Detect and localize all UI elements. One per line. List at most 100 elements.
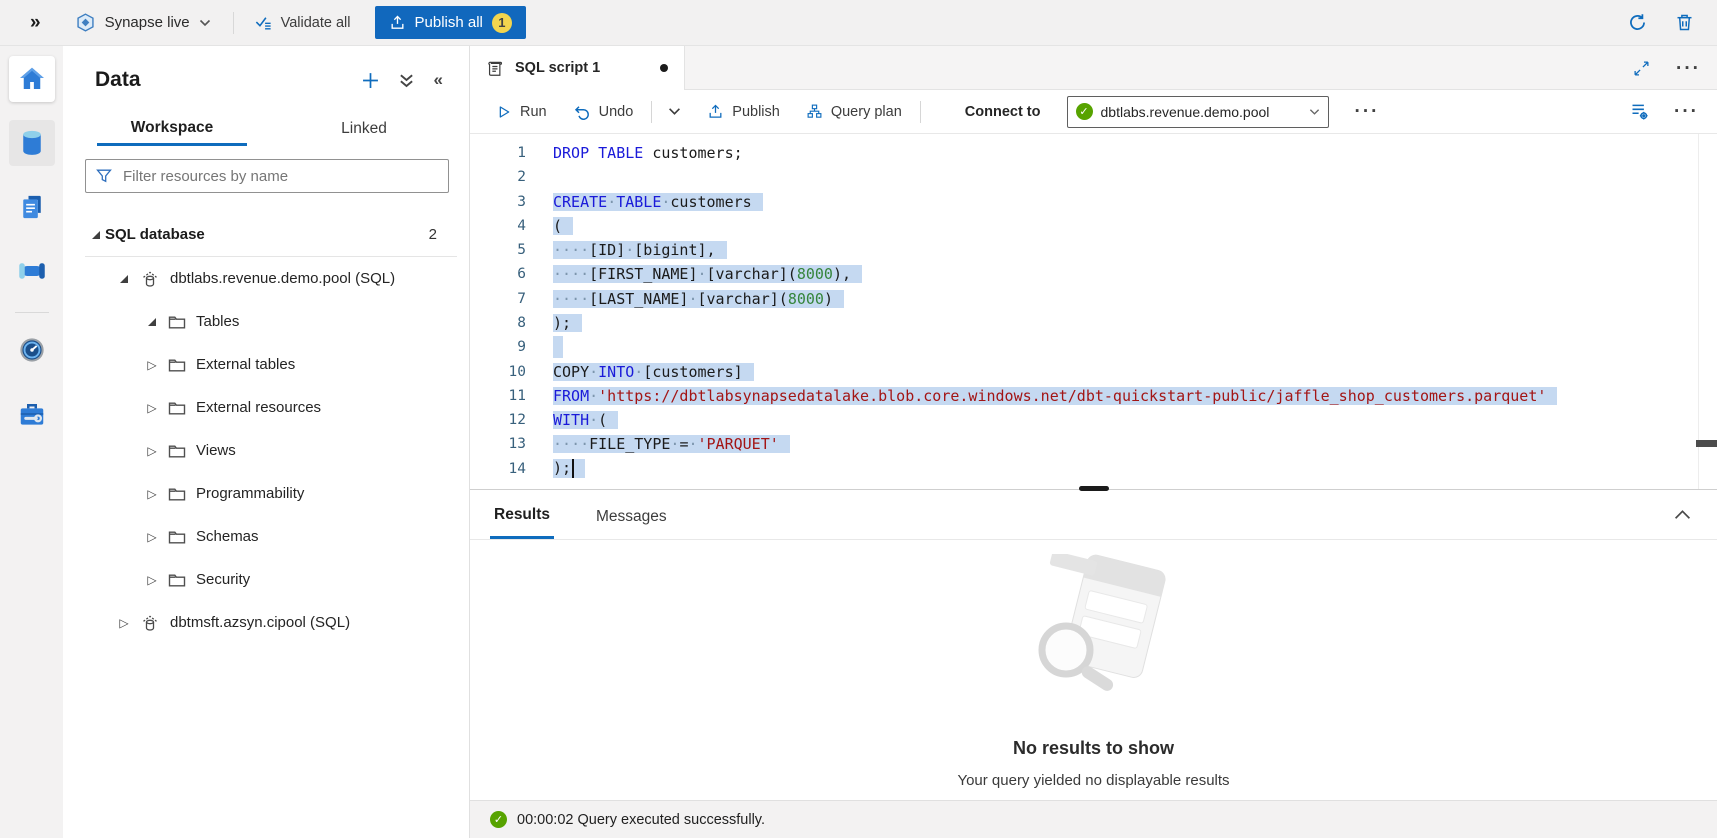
line-number[interactable]: 4 <box>470 218 526 234</box>
line-number[interactable]: 8 <box>470 315 526 331</box>
code-line-7[interactable]: 7 ····[LAST_NAME]·[varchar](8000) <box>470 287 1717 311</box>
line-number[interactable]: 10 <box>470 364 526 380</box>
add-resource-button[interactable] <box>362 72 379 89</box>
folder-icon <box>168 572 186 588</box>
integrate-icon <box>17 256 47 286</box>
tree-item-external-tables[interactable]: ▷External tables <box>63 343 469 386</box>
tree-item-sql-database[interactable]: SQL database2 <box>63 213 469 256</box>
expand-sidebar-chevrons[interactable]: » <box>30 12 41 34</box>
run-play-icon <box>496 104 512 120</box>
rail-item-develop[interactable] <box>9 184 55 230</box>
folder-icon <box>168 314 186 330</box>
tab-linked[interactable]: Linked <box>289 112 439 146</box>
code-line-8[interactable]: 8); <box>470 311 1717 335</box>
sql-code-editor[interactable]: 1DROP TABLE customers; 2 3CREATE·TABLE·cus… <box>470 134 1717 489</box>
line-number[interactable]: 7 <box>470 291 526 307</box>
success-check-icon: ✓ <box>490 811 507 828</box>
code-line-content: ····[LAST_NAME]·[varchar](8000) <box>553 290 844 308</box>
results-tab-bar: Results Messages <box>470 494 1717 540</box>
line-number[interactable]: 6 <box>470 266 526 282</box>
code-line-10[interactable]: 10COPY·INTO·[customers] <box>470 359 1717 383</box>
tree-item-views[interactable]: ▷Views <box>63 429 469 472</box>
publish-all-button[interactable]: Publish all 1 <box>375 6 526 39</box>
code-line-11[interactable]: 11FROM·'https://dbtlabsynapsedatalake.bl… <box>470 384 1717 408</box>
tab-sql-script-1[interactable]: SQL script 1 <box>470 46 685 90</box>
tree-expander-collapsed[interactable]: ▷ <box>143 402 161 414</box>
line-number[interactable]: 12 <box>470 412 526 428</box>
code-line-13[interactable]: 13····FILE_TYPE·=·'PARQUET' <box>470 432 1717 456</box>
code-line-12[interactable]: 12 WITH·( <box>470 408 1717 432</box>
tab-messages[interactable]: Messages <box>592 494 671 539</box>
line-number[interactable]: 1 <box>470 145 526 161</box>
tree-item-programmability[interactable]: ▷Programmability <box>63 472 469 515</box>
line-number[interactable]: 5 <box>470 242 526 258</box>
line-number[interactable]: 13 <box>470 436 526 452</box>
rail-item-integrate[interactable] <box>9 248 55 294</box>
tab-workspace[interactable]: Workspace <box>97 112 247 146</box>
filter-funnel-icon <box>96 168 112 184</box>
more-toolbar-actions-icon[interactable]: ··· <box>1355 102 1380 121</box>
code-line-5[interactable]: 5 ····[ID]·[bigint], <box>470 238 1717 262</box>
code-line-content: ····[ID]·[bigint], <box>553 241 727 259</box>
tree-expander-expanded[interactable] <box>115 275 133 283</box>
tree-item-schemas[interactable]: ▷Schemas <box>63 515 469 558</box>
code-line-6[interactable]: 6····[FIRST_NAME]·[varchar](8000), <box>470 262 1717 286</box>
line-number[interactable]: 2 <box>470 169 526 185</box>
collapse-panel-icon[interactable]: « <box>434 70 443 90</box>
collapse-results-chevron-icon[interactable] <box>1674 507 1691 525</box>
branch-mode-selector[interactable]: Synapse live <box>75 12 211 33</box>
tree-expander-expanded[interactable] <box>87 231 105 239</box>
tree-expander-collapsed[interactable]: ▷ <box>143 574 161 586</box>
tree-expander-collapsed[interactable]: ▷ <box>115 617 133 629</box>
discard-trash-button[interactable] <box>1674 12 1695 33</box>
line-number[interactable]: 3 <box>470 194 526 210</box>
refresh-button[interactable] <box>1627 12 1648 33</box>
rail-item-data[interactable] <box>9 120 55 166</box>
code-line-9[interactable]: 9 <box>470 335 1717 359</box>
tree-item-label: SQL database <box>105 226 205 243</box>
line-number[interactable]: 14 <box>470 461 526 477</box>
tree-item-dbtlabs-revenue-demo-pool-sql[interactable]: dbtlabs.revenue.demo.pool (SQL) <box>63 257 469 300</box>
collapse-all-icon[interactable] <box>399 73 414 88</box>
tree-expander-collapsed[interactable]: ▷ <box>143 445 161 457</box>
undo-button[interactable]: Undo <box>573 103 634 121</box>
run-options-chevron[interactable] <box>668 107 681 116</box>
tree-expander-collapsed[interactable]: ▷ <box>143 359 161 371</box>
more-panel-actions-icon[interactable]: ··· <box>1674 102 1699 121</box>
tree-item-dbtmsft-azsyn-cipool-sql[interactable]: ▷dbtmsft.azsyn.cipool (SQL) <box>63 601 469 644</box>
tab-results[interactable]: Results <box>490 494 554 539</box>
main-area: SQL script 1 ··· Run U <box>470 46 1717 838</box>
pool-select-dropdown[interactable]: ✓ dbtlabs.revenue.demo.pool <box>1067 96 1329 128</box>
tree-item-external-resources[interactable]: ▷ External resources <box>63 386 469 429</box>
code-line-2[interactable]: 2 <box>470 165 1717 189</box>
code-line-content: WITH·( <box>553 411 618 429</box>
tree-expander-collapsed[interactable]: ▷ <box>143 531 161 543</box>
code-line-14[interactable]: 14); <box>470 456 1717 480</box>
code-line-4[interactable]: 4( <box>470 214 1717 238</box>
rail-item-monitor[interactable] <box>9 327 55 373</box>
validate-all-button[interactable]: Validate all <box>254 13 351 32</box>
line-number[interactable]: 9 <box>470 339 526 355</box>
panel-title: Data <box>95 68 141 92</box>
publish-button[interactable]: Publish <box>707 103 780 120</box>
tree-item-tables[interactable]: Tables <box>63 300 469 343</box>
line-number[interactable]: 11 <box>470 388 526 404</box>
tree-item-label: External resources <box>196 399 321 416</box>
more-actions-icon[interactable]: ··· <box>1676 59 1701 78</box>
rail-item-home[interactable] <box>9 56 55 102</box>
rail-item-manage[interactable] <box>9 391 55 437</box>
expand-editor-icon[interactable] <box>1633 60 1650 77</box>
tree-item-security[interactable]: ▷Security <box>63 558 469 601</box>
filter-resources-input[interactable] <box>121 167 438 186</box>
tree-expander-expanded[interactable] <box>143 318 161 326</box>
sql-pool-icon <box>140 269 160 289</box>
properties-icon[interactable] <box>1629 101 1650 122</box>
run-button[interactable]: Run <box>496 104 547 120</box>
code-line-3[interactable]: 3CREATE·TABLE·customers <box>470 190 1717 214</box>
tree-expander-collapsed[interactable]: ▷ <box>143 488 161 500</box>
code-line-1[interactable]: 1DROP TABLE customers; <box>470 141 1717 165</box>
query-plan-button[interactable]: Query plan <box>806 103 902 120</box>
results-panel: Results Messages <box>470 494 1717 800</box>
editor-scrollbar-mark[interactable] <box>1696 440 1717 447</box>
splitter-drag-handle[interactable] <box>1079 486 1109 491</box>
